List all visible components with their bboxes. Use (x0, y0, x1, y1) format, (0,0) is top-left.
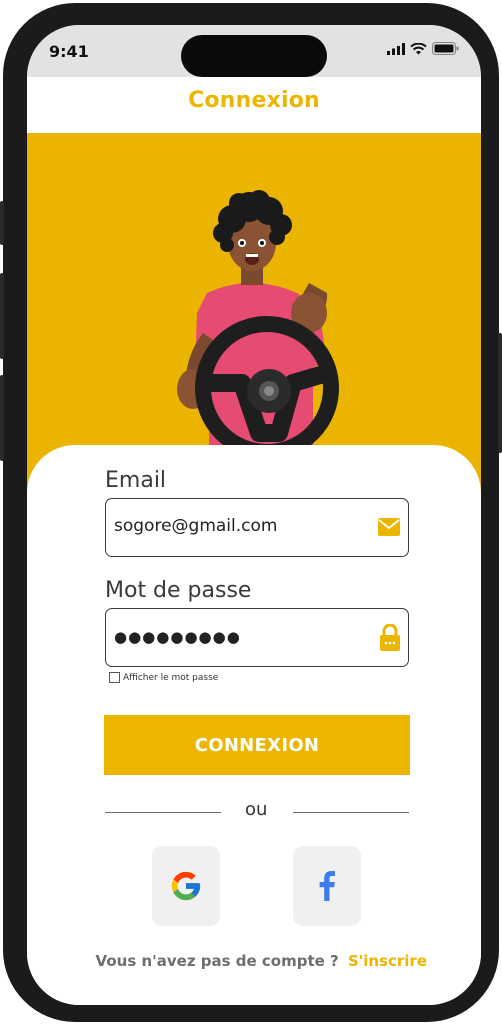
volume-up-button (0, 273, 4, 359)
login-button-label: CONNEXION (194, 734, 320, 756)
status-icons (387, 42, 459, 55)
signup-prompt: Vous n'avez pas de compte ? (95, 952, 339, 970)
divider-text: ou (245, 799, 268, 820)
email-field[interactable] (105, 498, 409, 557)
password-field[interactable]: ●●●●●●●●● (105, 608, 409, 667)
wifi-icon (410, 42, 427, 54)
power-button (498, 333, 502, 453)
show-password-checkbox[interactable] (109, 672, 120, 683)
show-password-row[interactable]: Afficher le mot passe (109, 672, 218, 683)
volume-down-button (0, 375, 4, 461)
envelope-icon (378, 518, 400, 536)
password-label: Mot de passe (105, 578, 252, 603)
google-login-button[interactable] (152, 846, 220, 926)
battery-icon (432, 42, 459, 55)
login-button[interactable]: CONNEXION (104, 715, 410, 775)
signal-icon (387, 42, 405, 55)
facebook-logo-icon (319, 871, 335, 901)
nav-bar: Connexion (27, 77, 481, 133)
password-input[interactable]: ●●●●●●●●● (114, 628, 364, 646)
status-bar: 9:41 (27, 25, 481, 77)
dynamic-island (181, 35, 327, 77)
phone-frame: 9:41 Connexion Email sogore@gmail.com Mo… (0, 3, 502, 1022)
facebook-login-button[interactable] (293, 846, 361, 926)
mute-switch (0, 201, 4, 245)
padlock-icon (380, 624, 400, 651)
status-time: 9:41 (49, 41, 89, 61)
signup-link[interactable]: S'inscrire (348, 952, 427, 970)
email-input[interactable] (114, 516, 364, 536)
divider-line-left (105, 812, 221, 813)
page-title: Connexion (188, 88, 320, 113)
google-logo-icon (171, 871, 201, 901)
signup-row: Vous n'avez pas de compte ? S'inscrire (87, 951, 427, 970)
email-label: Email (105, 468, 167, 493)
divider-line-right (293, 812, 409, 813)
show-password-label: Afficher le mot passe (123, 672, 219, 683)
screen: 9:41 Connexion Email sogore@gmail.com Mo… (27, 25, 481, 1005)
